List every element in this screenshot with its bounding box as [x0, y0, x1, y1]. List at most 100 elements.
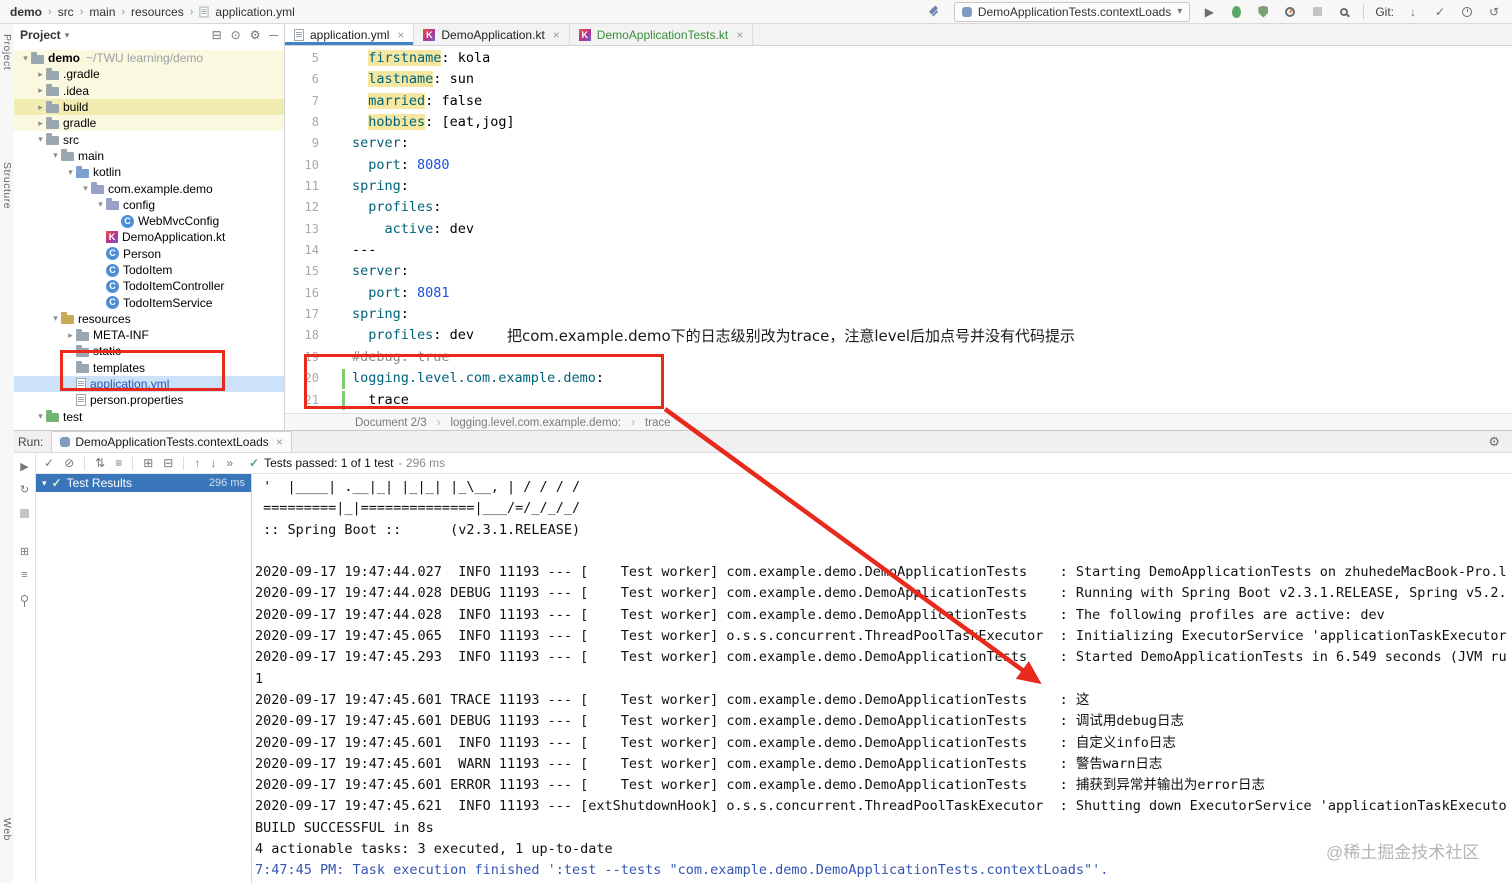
hide-panel-icon[interactable]: ─ — [269, 28, 278, 42]
tree-collapsed-arrow[interactable]: ▸ — [35, 85, 46, 96]
code-line-9[interactable]: 9 server: — [285, 133, 1512, 154]
code-line-17[interactable]: 17 spring: — [285, 304, 1512, 325]
tab-demoapplicationtests-kt[interactable]: K DemoApplicationTests.kt × — [570, 24, 754, 45]
breadcrumb-item[interactable]: Document 2/3 — [355, 417, 427, 429]
tree-item-meta-inf[interactable]: ▸ META-INF — [14, 327, 284, 343]
tree-item-todoitem[interactable]: C TodoItem — [14, 262, 284, 278]
collapse-all-icon[interactable]: ⊟ — [212, 28, 222, 42]
tree-item-todoitemservice[interactable]: C TodoItemService — [14, 294, 284, 310]
run-button[interactable]: ▶ — [1201, 4, 1217, 20]
show-ignored-icon[interactable]: ⊘ — [64, 456, 74, 470]
breadcrumb-item[interactable]: src — [58, 5, 74, 19]
tab-application-yml[interactable]: application.yml × — [285, 24, 415, 45]
code-line-19[interactable]: 19 #debug: true — [285, 347, 1512, 368]
tab-close-icon[interactable]: × — [553, 28, 560, 42]
tree-item-kotlin[interactable]: ▾ kotlin — [14, 164, 284, 180]
code-line-10[interactable]: 10 port: 8080 — [285, 155, 1512, 176]
tree-expanded-arrow[interactable]: ▾ — [65, 167, 76, 178]
collapse-all-icon[interactable]: ⊟ — [163, 456, 173, 470]
layout-settings-button[interactable]: ⊞ — [20, 546, 29, 559]
tree-item-todoitemcontroller[interactable]: C TodoItemController — [14, 278, 284, 294]
test-results-row[interactable]: ▾ ✓ Test Results 296 ms — [36, 474, 251, 492]
stop-button[interactable] — [20, 507, 29, 520]
rollback-button[interactable]: ↺ — [1486, 4, 1502, 20]
options-menu-button[interactable]: ≡ — [21, 569, 27, 582]
run-tab[interactable]: DemoApplicationTests.contextLoads × — [51, 431, 292, 452]
tab-close-icon[interactable]: × — [276, 435, 283, 449]
tool-window-web-button[interactable]: Web — [1, 818, 13, 841]
code-area[interactable]: 5 firstname: kola 6 lastname: sun 7 marrie… — [285, 46, 1512, 413]
code-line-15[interactable]: 15 server: — [285, 261, 1512, 282]
tree-item-person[interactable]: C Person — [14, 246, 284, 262]
profiler-button[interactable] — [1282, 4, 1298, 20]
code-line-14[interactable]: 14 --- — [285, 240, 1512, 261]
sort-by-duration-icon[interactable]: ≡ — [115, 456, 122, 470]
search-everywhere-button[interactable] — [1336, 4, 1352, 20]
tree-expanded-arrow[interactable]: ▾ — [95, 199, 106, 210]
tab-close-icon[interactable]: × — [397, 28, 404, 42]
breadcrumb-item[interactable]: trace — [645, 417, 671, 429]
tree-item-idea[interactable]: ▸ .idea — [14, 82, 284, 99]
chevron-down-icon[interactable]: ▾ — [65, 30, 70, 41]
tree-item-com-example-demo[interactable]: ▾ com.example.demo — [14, 180, 284, 196]
settings-gear-icon[interactable]: ⚙ — [1488, 434, 1500, 450]
breadcrumb-item[interactable]: application.yml — [215, 5, 294, 19]
tree-item-test[interactable]: ▾ test — [14, 409, 284, 425]
tree-expanded-arrow[interactable]: ▾ — [42, 478, 47, 489]
code-line-21[interactable]: 21 trace — [285, 390, 1512, 411]
tree-item-demo[interactable]: ▾ demo ~/TWU learning/demo — [14, 50, 284, 67]
tree-item-demoapplication-kt[interactable]: K DemoApplication.kt — [14, 229, 284, 245]
tree-item-templates[interactable]: templates — [14, 360, 284, 376]
show-passed-icon[interactable]: ✓ — [44, 456, 54, 470]
tree-expanded-arrow[interactable]: ▾ — [35, 411, 46, 422]
rerun-failed-button[interactable]: ↻ — [20, 484, 29, 497]
expand-all-icon[interactable]: ⊞ — [143, 456, 153, 470]
code-line-5[interactable]: 5 firstname: kola — [285, 48, 1512, 69]
debug-button[interactable] — [1228, 4, 1244, 20]
coverage-button[interactable] — [1255, 4, 1271, 20]
tree-expanded-arrow[interactable]: ▾ — [50, 313, 61, 324]
tree-expanded-arrow[interactable]: ▾ — [35, 134, 46, 145]
tree-expanded-arrow[interactable]: ▾ — [50, 150, 61, 161]
tree-item-build[interactable]: ▸ build — [14, 98, 284, 116]
more-actions-icon[interactable]: » — [226, 456, 233, 470]
settings-gear-icon[interactable]: ⚙ — [250, 28, 261, 42]
tree-item-config[interactable]: ▾ config — [14, 197, 284, 213]
tree-item-application-yml[interactable]: application.yml — [14, 375, 284, 393]
tree-collapsed-arrow[interactable]: ▸ — [35, 118, 46, 129]
breadcrumb-item[interactable]: main — [89, 5, 115, 19]
git-commit-button[interactable]: ✓ — [1432, 4, 1448, 20]
console-output[interactable]: ' |____| .__|_| |_|_| |_\__, | / / / / =… — [252, 474, 1512, 883]
code-line-20[interactable]: 20 logging.level.com.example.demo: — [285, 368, 1512, 389]
breadcrumb-item[interactable]: demo — [10, 5, 42, 19]
previous-failed-test-icon[interactable]: ↑ — [194, 456, 200, 470]
code-line-13[interactable]: 13 active: dev — [285, 219, 1512, 240]
tree-item-person-properties[interactable]: person.properties — [14, 392, 284, 408]
tree-collapsed-arrow[interactable]: ▸ — [35, 102, 46, 113]
tab-demoapplication-kt[interactable]: K DemoApplication.kt × — [414, 24, 570, 45]
code-line-11[interactable]: 11 spring: — [285, 176, 1512, 197]
code-line-7[interactable]: 7 married: false — [285, 91, 1512, 112]
tree-item-resources[interactable]: ▾ resources — [14, 311, 284, 327]
tree-item-gradle[interactable]: ▸ .gradle — [14, 66, 284, 83]
tree-collapsed-arrow[interactable]: ▸ — [65, 330, 76, 341]
history-button[interactable] — [1459, 4, 1475, 20]
breadcrumb-item[interactable]: resources — [131, 5, 184, 19]
project-panel-title[interactable]: Project — [20, 28, 61, 42]
build-button[interactable] — [927, 4, 943, 20]
locate-file-icon[interactable]: ⊙ — [231, 28, 241, 42]
tree-collapsed-arrow[interactable]: ▸ — [35, 69, 46, 80]
tree-item-gradle[interactable]: ▸ gradle — [14, 115, 284, 132]
stop-button[interactable] — [1309, 4, 1325, 20]
run-configuration-select[interactable]: DemoApplicationTests.contextLoads ▾ — [953, 1, 1191, 22]
tab-close-icon[interactable]: × — [736, 28, 743, 42]
tree-expanded-arrow[interactable]: ▾ — [80, 183, 91, 194]
tool-window-structure-button[interactable]: Structure — [1, 162, 13, 209]
code-line-6[interactable]: 6 lastname: sun — [285, 69, 1512, 90]
tree-item-main[interactable]: ▾ main — [14, 148, 284, 164]
tree-expanded-arrow[interactable]: ▾ — [20, 53, 31, 64]
tree-item-static[interactable]: static — [14, 343, 284, 359]
next-failed-test-icon[interactable]: ↓ — [210, 456, 216, 470]
tree-item-webmvcconfig[interactable]: C WebMvcConfig — [14, 213, 284, 229]
code-line-8[interactable]: 8 hobbies: [eat,jog] — [285, 112, 1512, 133]
